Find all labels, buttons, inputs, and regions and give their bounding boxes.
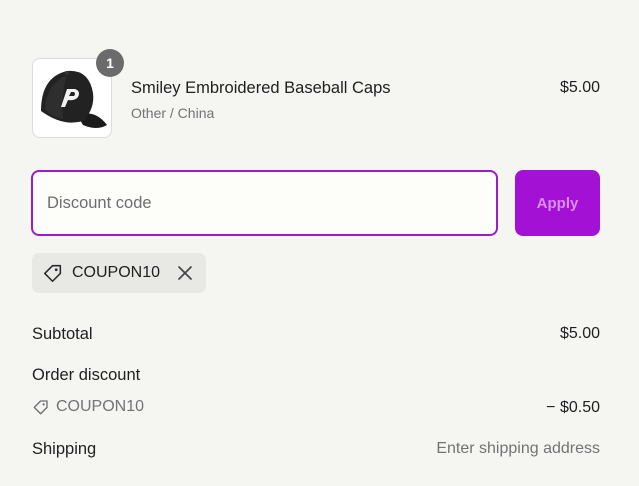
close-icon[interactable] [177, 265, 193, 281]
product-name: Smiley Embroidered Baseball Caps [131, 79, 391, 97]
quantity-badge: 1 [96, 49, 124, 77]
order-discount-label: Order discount [32, 366, 141, 384]
coupon-code: COUPON10 [72, 264, 161, 281]
remove-coupon-button[interactable] [174, 262, 196, 284]
subtotal-value: $5.00 [559, 325, 600, 342]
product-variant: Other / China [131, 105, 215, 121]
applied-coupon-chip: COUPON10 [32, 253, 206, 293]
tag-icon [43, 264, 62, 283]
discount-code-input[interactable] [31, 170, 498, 236]
order-discount-value: − $0.50 [546, 399, 600, 416]
apply-button[interactable]: Apply [515, 170, 600, 236]
line-item: 1 Smiley Embroidered Baseball Caps Other… [32, 49, 600, 140]
order-discount-code-row: COUPON10 [32, 398, 144, 416]
shipping-label: Shipping [32, 440, 97, 458]
order-discount-code: COUPON10 [56, 398, 145, 415]
cap-image [41, 70, 107, 128]
tag-icon [33, 400, 48, 415]
shipping-value: Enter shipping address [436, 440, 600, 457]
product-price: $5.00 [559, 79, 600, 96]
subtotal-label: Subtotal [32, 325, 93, 343]
product-thumbnail: 1 [32, 49, 124, 138]
